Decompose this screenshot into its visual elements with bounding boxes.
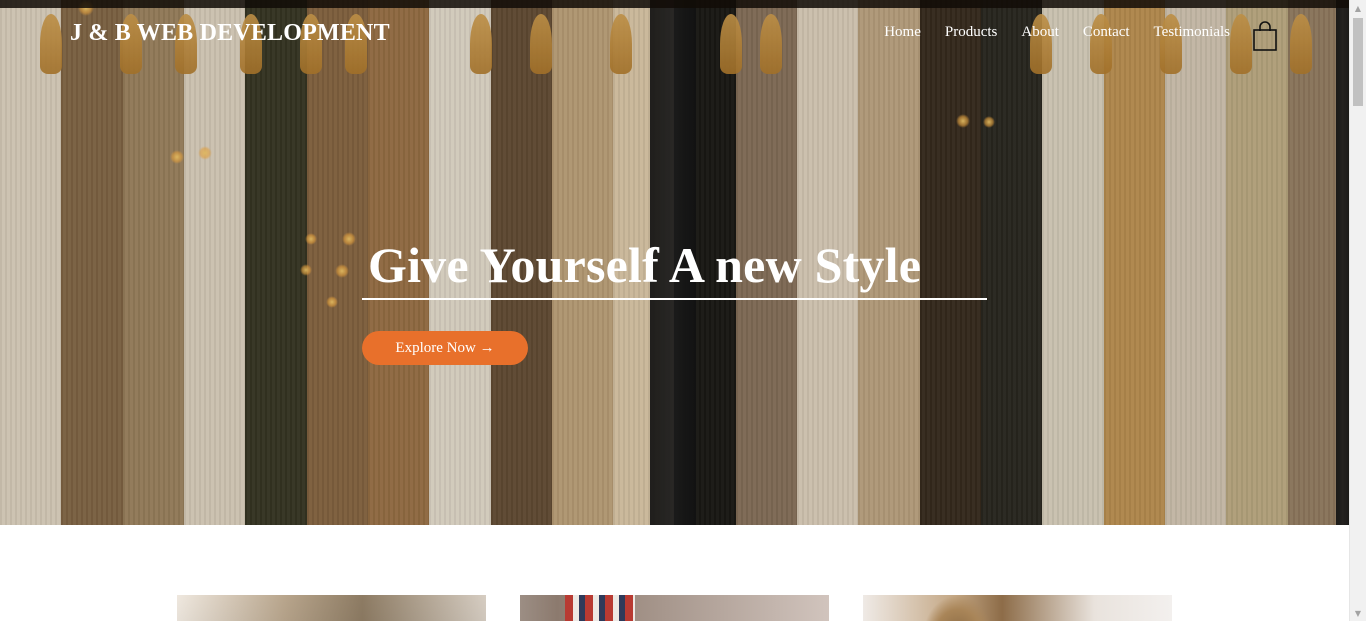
- hero-section: J & B WEB DEVELOPMENT Home Products Abou…: [0, 0, 1349, 525]
- vertical-scrollbar[interactable]: ▲ ▼: [1349, 0, 1366, 621]
- hero-title: Give Yourself A new Style: [368, 237, 922, 293]
- shopping-bag-icon[interactable]: [1252, 20, 1278, 52]
- product-card-3[interactable]: [863, 595, 1172, 621]
- product-card-1[interactable]: [177, 595, 486, 621]
- main-nav: Home Products About Contact Testimonials: [884, 24, 1230, 41]
- hero-divider: [362, 298, 987, 300]
- nav-item-home[interactable]: Home: [884, 24, 921, 41]
- brand-logo[interactable]: J & B WEB DEVELOPMENT: [70, 20, 390, 47]
- product-card-2[interactable]: [520, 595, 829, 621]
- nav-item-products[interactable]: Products: [945, 24, 998, 41]
- nav-item-about[interactable]: About: [1021, 24, 1059, 41]
- page: J & B WEB DEVELOPMENT Home Products Abou…: [0, 0, 1349, 621]
- scrollbar-thumb[interactable]: [1353, 18, 1363, 106]
- nav-item-testimonials[interactable]: Testimonials: [1154, 24, 1230, 41]
- scroll-up-arrow-icon[interactable]: ▲: [1350, 0, 1366, 16]
- scroll-down-arrow-icon[interactable]: ▼: [1350, 605, 1366, 621]
- explore-now-button[interactable]: Explore Now →: [362, 331, 528, 365]
- nav-item-contact[interactable]: Contact: [1083, 24, 1130, 41]
